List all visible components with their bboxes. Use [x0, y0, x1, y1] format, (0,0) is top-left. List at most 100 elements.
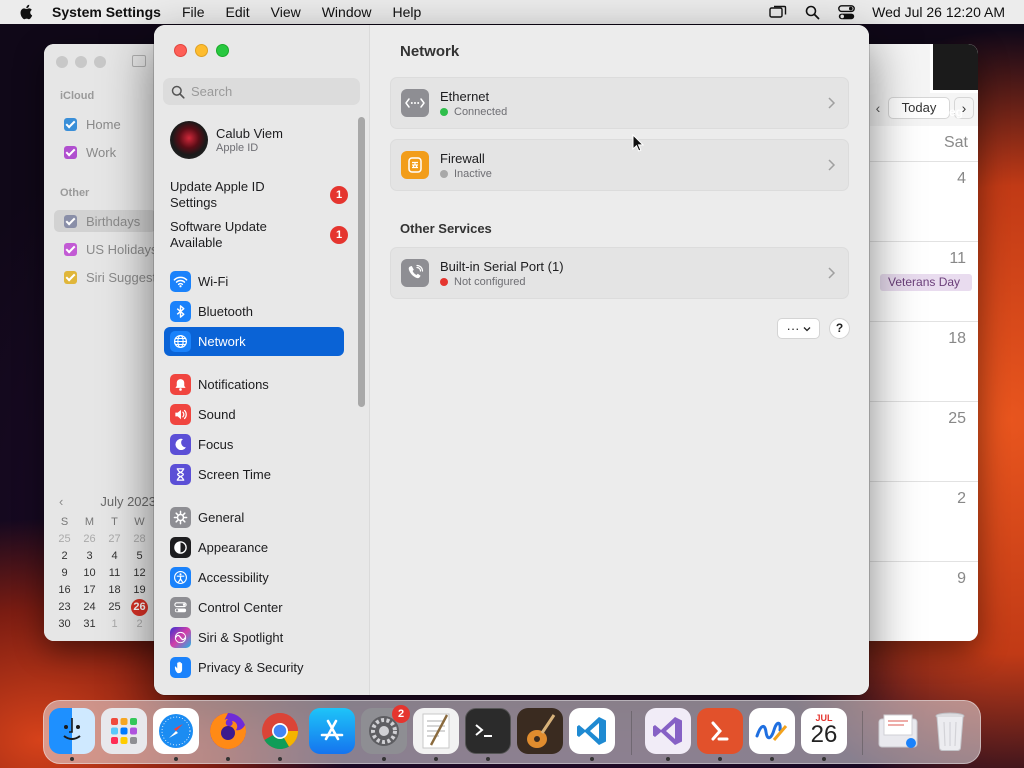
- checkbox-icon[interactable]: [64, 117, 77, 131]
- sidebar-item-bluetooth[interactable]: Bluetooth: [164, 297, 344, 326]
- minimize-button[interactable]: [195, 44, 208, 57]
- sidebar-item-network[interactable]: Network: [164, 327, 344, 356]
- menu-window[interactable]: Window: [322, 4, 372, 20]
- close-button[interactable]: [174, 44, 187, 57]
- sidebar-item-sound[interactable]: Sound: [164, 400, 344, 429]
- calendar-event[interactable]: Veterans Day: [880, 274, 972, 291]
- menu-edit[interactable]: Edit: [226, 4, 250, 20]
- mini-calendar-day[interactable]: 28: [127, 531, 152, 548]
- sidebar-item-screen-time[interactable]: Screen Time: [164, 460, 344, 489]
- apple-menu-icon[interactable]: [18, 3, 36, 21]
- zoom-button[interactable]: [216, 44, 229, 57]
- dock-visual-studio-icon[interactable]: [645, 708, 691, 754]
- dock-remote-desktop-icon[interactable]: [697, 708, 743, 754]
- previous-icon[interactable]: ‹: [870, 100, 886, 116]
- mini-calendar-day[interactable]: 27: [102, 531, 127, 548]
- mini-calendar-day[interactable]: 25: [102, 599, 127, 616]
- mini-calendar-day[interactable]: 26: [131, 599, 148, 616]
- mini-calendar-day[interactable]: 25: [52, 531, 77, 548]
- checkbox-icon[interactable]: [64, 214, 77, 228]
- checkbox-icon[interactable]: [64, 242, 77, 256]
- dock-trash-icon[interactable]: [927, 708, 973, 754]
- mini-calendar-day[interactable]: 11: [102, 565, 127, 582]
- app-menu-system-settings[interactable]: System Settings: [52, 4, 161, 20]
- mini-calendar-day[interactable]: 19: [127, 582, 152, 599]
- help-button[interactable]: ?: [829, 318, 850, 339]
- mini-calendar-day[interactable]: 3: [77, 548, 102, 565]
- sidebar-item-appearance[interactable]: Appearance: [164, 533, 344, 562]
- dock-safari-icon[interactable]: [153, 708, 199, 754]
- search-input[interactable]: [191, 84, 351, 99]
- day-cell[interactable]: 4: [870, 170, 978, 188]
- service-row-firewall[interactable]: Firewall Inactive: [390, 139, 849, 191]
- sidebar-item-general[interactable]: General: [164, 503, 344, 532]
- more-actions-button[interactable]: ···: [777, 318, 820, 339]
- mini-calendar-day[interactable]: 18: [102, 582, 127, 599]
- screen-mirroring-icon[interactable]: [768, 4, 788, 20]
- mini-calendar-day[interactable]: 4: [102, 548, 127, 565]
- previous-month-icon[interactable]: ‹: [52, 494, 70, 509]
- scrollbar-thumb[interactable]: [358, 117, 365, 407]
- mini-calendar-day[interactable]: 16: [52, 582, 77, 599]
- mini-calendar-day[interactable]: 12: [127, 565, 152, 582]
- apple-id-profile[interactable]: Calub Viem Apple ID: [170, 119, 350, 161]
- today-button[interactable]: Today: [888, 97, 950, 119]
- mini-calendar-day[interactable]: 5: [127, 548, 152, 565]
- service-row-serial-port[interactable]: Built-in Serial Port (1) Not configured: [390, 247, 849, 299]
- calendar-item-home[interactable]: Home: [64, 113, 121, 135]
- control-center-icon[interactable]: [836, 4, 856, 20]
- service-row-ethernet[interactable]: Ethernet Connected: [390, 77, 849, 129]
- search-field[interactable]: [163, 78, 360, 105]
- mini-calendar-day[interactable]: 30: [52, 616, 77, 633]
- sidebar-toggle-icon[interactable]: [132, 55, 146, 67]
- sidebar-item-accessibility[interactable]: Accessibility: [164, 563, 344, 592]
- mini-calendar-day[interactable]: 9: [52, 565, 77, 582]
- dock-calendar-icon[interactable]: JUL 26: [801, 708, 847, 754]
- software-update-notice[interactable]: Software Update Available 1: [170, 219, 350, 251]
- menu-help[interactable]: Help: [393, 4, 422, 20]
- mini-calendar-day[interactable]: 2: [127, 616, 152, 633]
- dock-firefox-icon[interactable]: [205, 708, 251, 754]
- mini-calendar-day[interactable]: 23: [52, 599, 77, 616]
- checkbox-icon[interactable]: [64, 270, 77, 284]
- mini-calendar-day[interactable]: 31: [77, 616, 102, 633]
- sidebar-item-privacy-security[interactable]: Privacy & Security: [164, 653, 344, 682]
- mini-calendar-day[interactable]: 2: [52, 548, 77, 565]
- sidebar-item-focus[interactable]: Focus: [164, 430, 344, 459]
- day-cell[interactable]: 11: [870, 250, 978, 268]
- mini-calendar-day[interactable]: 24: [77, 599, 102, 616]
- sidebar-item-wifi[interactable]: Wi-Fi: [164, 267, 344, 296]
- mini-calendar-day[interactable]: 1: [102, 616, 127, 633]
- calendar-item-birthdays[interactable]: Birthdays: [54, 210, 156, 232]
- sidebar-scrollbar[interactable]: [358, 117, 365, 407]
- checkbox-icon[interactable]: [64, 145, 77, 159]
- dock-app-store-icon[interactable]: [309, 708, 355, 754]
- dock-vscode-icon[interactable]: [569, 708, 615, 754]
- day-cell[interactable]: 25: [870, 410, 978, 428]
- mini-calendar-day[interactable]: 17: [77, 582, 102, 599]
- dock-textedit-icon[interactable]: [413, 708, 459, 754]
- dock-finder-icon[interactable]: [49, 708, 95, 754]
- dock-downloads-icon[interactable]: [875, 708, 921, 754]
- minimize-button[interactable]: [75, 56, 87, 68]
- menu-view[interactable]: View: [271, 4, 301, 20]
- menubar-clock[interactable]: Wed Jul 26 12:20 AM: [872, 4, 1005, 20]
- dock-garageband-icon[interactable]: [517, 708, 563, 754]
- menu-file[interactable]: File: [182, 4, 205, 20]
- mini-calendar-day[interactable]: 26: [77, 531, 102, 548]
- sidebar-item-control-center[interactable]: Control Center: [164, 593, 344, 622]
- dock-terminal-icon[interactable]: [465, 708, 511, 754]
- dock-chrome-icon[interactable]: [257, 708, 303, 754]
- sidebar-item-notifications[interactable]: Notifications: [164, 370, 344, 399]
- day-cell[interactable]: 9: [870, 570, 978, 588]
- dock-launchpad-icon[interactable]: [101, 708, 147, 754]
- day-cell[interactable]: 18: [870, 330, 978, 348]
- sidebar-item-siri-spotlight[interactable]: Siri & Spotlight: [164, 623, 344, 652]
- zoom-button[interactable]: [94, 56, 106, 68]
- update-apple-id-notice[interactable]: Update Apple ID Settings 1: [170, 179, 350, 211]
- dock-freeform-icon[interactable]: [749, 708, 795, 754]
- day-cell[interactable]: 2: [870, 490, 978, 508]
- calendar-item-us-holidays[interactable]: US Holidays: [64, 238, 158, 260]
- close-button[interactable]: [56, 56, 68, 68]
- calendar-item-work[interactable]: Work: [64, 141, 116, 163]
